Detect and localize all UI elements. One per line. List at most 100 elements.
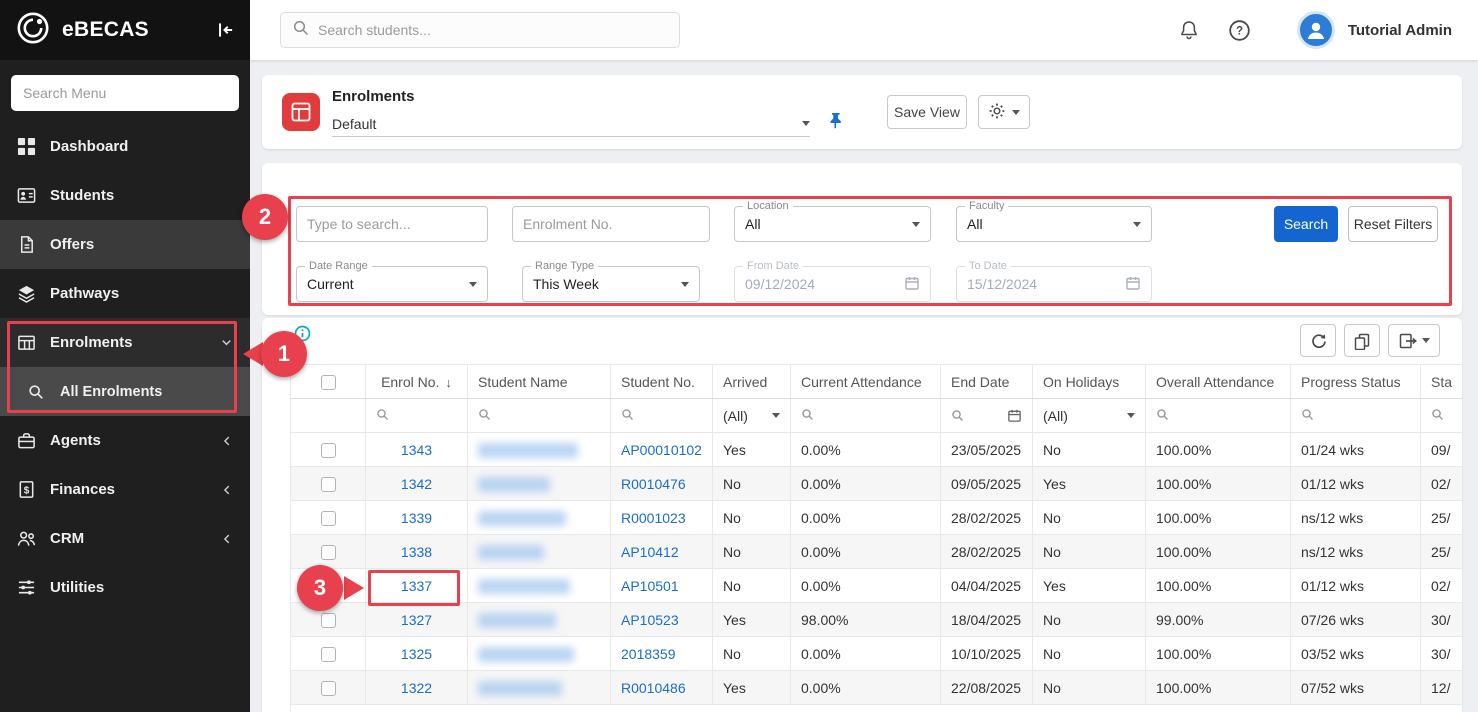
on-holidays-filter[interactable]: (All) [1033, 399, 1146, 433]
column-header-enrol-no[interactable]: Enrol No.↓ [366, 365, 468, 399]
redacted-student-name [478, 681, 562, 696]
collapse-sidebar-icon[interactable] [214, 19, 236, 41]
user-menu[interactable]: Tutorial Admin [1297, 11, 1452, 49]
progress-status-value: 01/12 wks [1301, 476, 1364, 492]
row-checkbox[interactable] [321, 613, 336, 628]
sidebar-item-enrolments[interactable]: Enrolments [0, 318, 250, 367]
search-button[interactable]: Search [1274, 206, 1338, 242]
sidebar-item-pathways[interactable]: Pathways [0, 269, 250, 318]
student-no-link[interactable]: AP00010102 [621, 442, 702, 458]
end-date-filter[interactable] [941, 399, 1033, 433]
annotation-step-1: 1 [261, 331, 307, 377]
dashboard-icon [16, 137, 36, 156]
enrol-no-link[interactable]: 1342 [401, 476, 432, 492]
row-checkbox[interactable] [321, 647, 336, 662]
row-checkbox[interactable] [321, 545, 336, 560]
enrol-no-link[interactable]: 1343 [401, 442, 432, 458]
end-date-value: 28/02/2025 [951, 544, 1021, 560]
row-checkbox[interactable] [321, 511, 336, 526]
student-no-link[interactable]: R0010476 [621, 476, 686, 492]
student-search-input[interactable] [318, 22, 668, 38]
topbar-actions: ? Tutorial Admin [1178, 11, 1452, 49]
column-header-student-no[interactable]: Student No. [611, 365, 713, 399]
copy-button[interactable] [1344, 324, 1380, 357]
student-no-link[interactable]: R0001023 [621, 510, 686, 526]
enrolment-no-input[interactable] [512, 206, 710, 242]
student-search [280, 12, 680, 48]
sidebar-item-offers[interactable]: Offers [0, 220, 250, 269]
student-name-filter[interactable] [468, 399, 611, 433]
view-settings-button[interactable] [978, 95, 1030, 129]
current-attendance-value: 0.00% [801, 476, 841, 492]
pin-view-icon[interactable] [826, 111, 845, 135]
column-header-start-date[interactable]: Sta [1421, 365, 1463, 399]
student-no-link[interactable]: 2018359 [621, 646, 676, 662]
row-checkbox[interactable] [321, 477, 336, 492]
start-date-filter[interactable] [1421, 399, 1463, 433]
view-select[interactable]: Default [332, 111, 810, 137]
column-header-overall-attendance[interactable]: Overall Attendance [1146, 365, 1291, 399]
column-header-end-date[interactable]: End Date [941, 365, 1033, 399]
column-header-on-holidays[interactable]: On Holidays [1033, 365, 1146, 399]
refresh-button[interactable] [1300, 324, 1336, 357]
sidebar-item-utilities[interactable]: Utilities [0, 563, 250, 612]
table-row: 1338AP10412No0.00%28/02/2025No100.00%ns/… [291, 535, 1463, 569]
row-checkbox[interactable] [321, 443, 336, 458]
enrol-no-link[interactable]: 1337 [401, 578, 432, 594]
enrol-no-link[interactable]: 1322 [401, 680, 432, 696]
notifications-bell-icon[interactable] [1178, 19, 1200, 41]
start-date-value: 12/ [1431, 680, 1450, 696]
current-attendance-filter[interactable] [791, 399, 941, 433]
save-view-button[interactable]: Save View [887, 95, 967, 129]
student-no-link[interactable]: R0010486 [621, 680, 686, 696]
column-header-arrived[interactable]: Arrived [713, 365, 791, 399]
range-type-label: Range Type [531, 260, 598, 273]
column-header-student-name[interactable]: Student Name [468, 365, 611, 399]
search-icon [621, 408, 634, 421]
on-holidays-value: No [1043, 680, 1061, 696]
annotation-arrow-1 [243, 342, 263, 366]
chevron-down-icon [1133, 222, 1141, 227]
avatar[interactable] [1297, 11, 1335, 49]
sidebar-item-agents[interactable]: Agents [0, 416, 250, 465]
column-header-progress-status[interactable]: Progress Status [1291, 365, 1421, 399]
from-date-field[interactable]: From Date 09/12/2024 [734, 266, 931, 302]
column-header-current-attendance[interactable]: Current Attendance [791, 365, 941, 399]
help-icon[interactable]: ? [1228, 19, 1251, 42]
menu-search-input[interactable] [11, 75, 239, 111]
enrol-no-link[interactable]: 1325 [401, 646, 432, 662]
date-range-select[interactable]: Date Range Current [296, 266, 488, 302]
faculty-select[interactable]: Faculty All [956, 206, 1152, 242]
sidebar-item-all-enrolments[interactable]: All Enrolments [0, 367, 250, 416]
select-all-checkbox[interactable] [321, 375, 336, 390]
location-select[interactable]: Location All [734, 206, 931, 242]
calendar-icon [904, 275, 920, 294]
page-title: Enrolments [332, 88, 415, 105]
sidebar-item-finances[interactable]: $ Finances [0, 465, 250, 514]
enrol-no-link[interactable]: 1338 [401, 544, 432, 560]
row-checkbox[interactable] [321, 681, 336, 696]
reset-filters-button[interactable]: Reset Filters [1348, 206, 1438, 242]
arrived-filter[interactable]: (All) [713, 399, 791, 433]
range-type-select[interactable]: Range Type This Week [522, 266, 700, 302]
overall-attendance-filter[interactable] [1146, 399, 1291, 433]
export-button[interactable] [1388, 324, 1440, 357]
enrol-no-filter[interactable] [366, 399, 468, 433]
student-no-link[interactable]: AP10501 [621, 578, 679, 594]
redacted-student-name [478, 511, 566, 526]
sidebar-item-dashboard[interactable]: Dashboard [0, 122, 250, 171]
current-attendance-value: 0.00% [801, 680, 841, 696]
start-date-value: 30/ [1431, 646, 1450, 662]
sidebar-item-crm[interactable]: CRM [0, 514, 250, 563]
start-date-value: 30/ [1431, 612, 1450, 628]
student-no-filter[interactable] [611, 399, 713, 433]
keyword-search-input[interactable] [296, 206, 488, 242]
sidebar-item-students[interactable]: Students [0, 171, 250, 220]
enrol-no-link[interactable]: 1339 [401, 510, 432, 526]
student-no-link[interactable]: AP10523 [621, 612, 679, 628]
enrol-no-link[interactable]: 1327 [401, 612, 432, 628]
progress-status-filter[interactable] [1291, 399, 1421, 433]
to-date-field[interactable]: To Date 15/12/2024 [956, 266, 1152, 302]
sidebar-item-label: Dashboard [50, 138, 128, 155]
student-no-link[interactable]: AP10412 [621, 544, 679, 560]
